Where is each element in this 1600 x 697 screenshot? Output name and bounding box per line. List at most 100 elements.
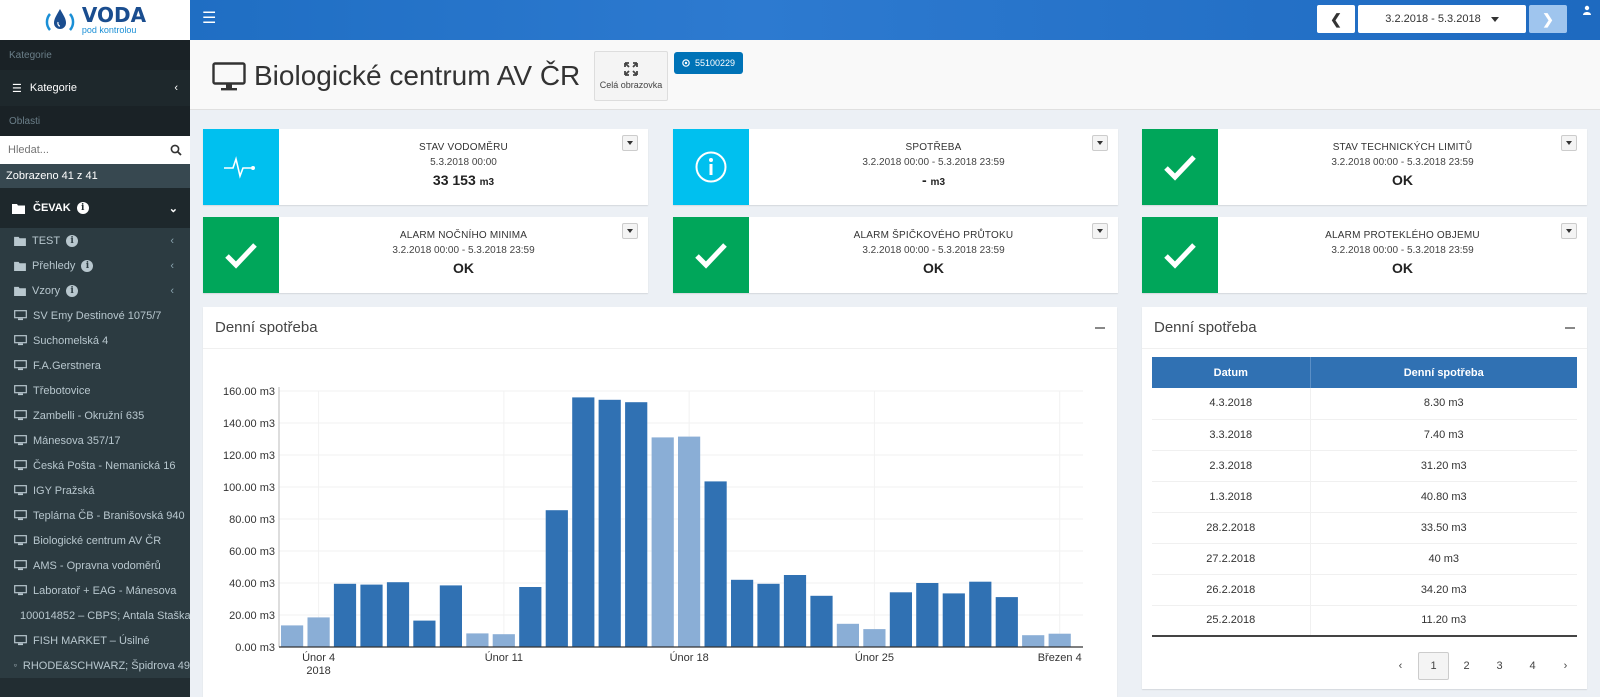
sidebar-site-item[interactable]: Zambelli - Okružní 635 [0,403,190,428]
pagination-page-1[interactable]: 1 [1418,652,1449,680]
chart-bar [466,633,489,647]
sidebar-site-item[interactable]: SV Emy Destinové 1075/7 [0,303,190,328]
stat-card-dropdown-button[interactable] [1092,223,1108,239]
sidebar-site-item[interactable]: F.A.Gerstnera [0,353,190,378]
table-cell-date: 26.2.2018 [1152,574,1311,606]
search-icon[interactable] [170,144,182,156]
sidebar-kategorie-toggle[interactable]: ☰ Kategorie ‹ [0,70,190,106]
sidebar-search-input[interactable] [8,144,170,156]
date-prev-button[interactable]: ❮ [1317,5,1355,33]
table-box-header: Denní spotřeba [1142,307,1587,349]
stat-card-subtitle: 3.2.2018 00:00 - 5.3.2018 23:59 [862,157,1005,168]
stat-card-stav-vodomeru: STAV VODOMĚRU 5.3.2018 00:00 33 153 m3 [203,129,648,205]
stat-card-dropdown-button[interactable] [1092,135,1108,151]
minimize-icon[interactable] [1095,326,1105,329]
sidebar-site-label: Mánesova 357/17 [33,434,121,447]
info-icon[interactable]: i [76,202,89,214]
date-next-button[interactable]: ❯ [1529,5,1567,33]
sidebar-site-item[interactable]: Česká Pošta - Nemanická 16 [0,453,190,478]
chart-x-tick-label: Březen 4 [1038,652,1082,664]
sidebar-folder-item[interactable]: Přehledy i ‹ [0,253,190,278]
stat-card-spotreba: SPOTŘEBA 3.2.2018 00:00 - 5.3.2018 23:59… [673,129,1118,205]
info-icon[interactable]: i [66,284,79,297]
monitor-icon [14,635,27,646]
pagination-page-4[interactable]: 4 [1517,652,1548,680]
sidebar-folder-item[interactable]: TEST i ‹ [0,228,190,253]
sidebar-site-item[interactable]: RHODE&SCHWARZ; Špidrova 49 [0,653,190,678]
table-cell-value: 11.20 m3 [1310,605,1577,637]
info-icon[interactable]: i [81,259,94,272]
date-range-dropdown[interactable]: 3.2.2018 - 5.3.2018 [1358,5,1526,33]
stat-card-dropdown-button[interactable] [622,223,638,239]
expand-arrows-icon [624,62,638,76]
pagination-prev-button[interactable]: ‹ [1385,652,1416,680]
chart-y-tick-label: 80.00 m3 [229,514,275,526]
minimize-icon[interactable] [1565,326,1575,329]
monitor-icon [14,435,27,446]
stat-card-dropdown-button[interactable] [1561,135,1577,151]
daily-consumption-chart: 0.00 m3 20.00 m3 40.00 m3 60.00 m3 80.00 m3 1… [223,386,1083,677]
stat-card-dropdown-button[interactable] [622,135,638,151]
stat-card-icon-box [1142,217,1218,293]
table-header-spotreba[interactable]: Denní spotřeba [1310,357,1577,388]
stat-card-title: SPOTŘEBA [905,142,962,153]
chart-bar [625,402,648,647]
sidebar-site-item[interactable]: IGY Pražská [0,478,190,503]
chart-y-tick-label: 160.00 m3 [223,386,275,398]
table-header-datum[interactable]: Datum [1152,357,1311,388]
sidebar-site-item[interactable]: 100014852 – CBPS; Antala Staška [0,603,190,628]
page-header: Biologické centrum AV ČR Celá obrazovka … [190,40,1600,110]
pagination-page-3[interactable]: 3 [1484,652,1515,680]
sidebar-site-item[interactable]: Biologické centrum AV ČR [0,528,190,553]
checkmark-icon [1164,243,1196,269]
chart-bar [545,510,568,647]
user-icon[interactable] [1582,5,1592,15]
sidebar-site-item[interactable]: Třebotovice [0,378,190,403]
folder-icon [14,286,26,296]
monitor-icon [212,62,246,91]
stat-card-value-number: 33 153 [432,172,476,188]
sidebar-group-cevak[interactable]: ČEVAK i ⌄ [0,188,190,228]
stat-card-subtitle: 3.2.2018 00:00 - 5.3.2018 23:59 [1331,157,1474,168]
chart-y-tick-label: 20.00 m3 [229,610,275,622]
sidebar-site-item[interactable]: FISH MARKET – Úsilné [0,628,190,653]
sidebar-site-label: 100014852 – CBPS; Antala Staška [20,609,190,622]
chart-x-tick-label: Únor 4 [302,651,335,664]
caret-down-icon [1566,229,1572,233]
hamburger-menu-icon[interactable]: ☰ [202,11,216,27]
sidebar-site-item[interactable]: Mánesova 357/17 [0,428,190,453]
water-drop-logo-icon [45,9,75,31]
info-icon[interactable]: i [66,234,79,247]
table-row: 4.3.2018 8.30 m3 [1152,388,1577,420]
sidebar-folder-label: Vzory [32,284,61,297]
sidebar-group-label: ČEVAK [33,202,71,214]
stat-card-value: OK [923,260,944,276]
sidebar-site-label: Laboratoř + EAG - Mánesova [33,584,177,597]
logo[interactable]: VODA pod kontrolou [0,0,190,40]
table-cell-date: 1.3.2018 [1152,481,1311,513]
sidebar-site-item[interactable]: Suchomelská 4 [0,328,190,353]
sidebar-site-label: Zambelli - Okružní 635 [33,409,145,422]
chevron-left-icon: ‹ [170,259,174,272]
sidebar-site-label: F.A.Gerstnera [33,359,101,372]
sidebar-site-item[interactable]: AMS - Opravna vodoměrů [0,553,190,578]
chevron-left-icon: ‹ [170,234,174,247]
table-row: 28.2.2018 33.50 m3 [1152,512,1577,544]
table-cell-date: 3.3.2018 [1152,419,1311,451]
logo-sub-text: pod kontrolou [81,25,137,35]
chart-y-tick-label: 60.00 m3 [229,546,275,558]
stat-card-icon-box [203,129,279,205]
monitor-icon [14,664,17,667]
stat-card-subtitle: 3.2.2018 00:00 - 5.3.2018 23:59 [862,245,1005,256]
sidebar-folder-item[interactable]: Vzory i ‹ [0,278,190,303]
sidebar-site-item[interactable]: Teplárna ČB - Branišovská 940 [0,503,190,528]
sidebar-site-item[interactable]: Laboratoř + EAG - Mánesova [0,578,190,603]
pagination-next-button[interactable]: › [1550,652,1581,680]
stat-card-dropdown-button[interactable] [1561,223,1577,239]
monitor-icon [14,585,27,596]
chart-y-tick-label: 0.00 m3 [235,642,275,654]
sidebar-search [0,136,190,164]
pagination-page-2[interactable]: 2 [1451,652,1482,680]
fullscreen-button[interactable]: Celá obrazovka [594,51,668,101]
folder-icon [14,236,26,246]
